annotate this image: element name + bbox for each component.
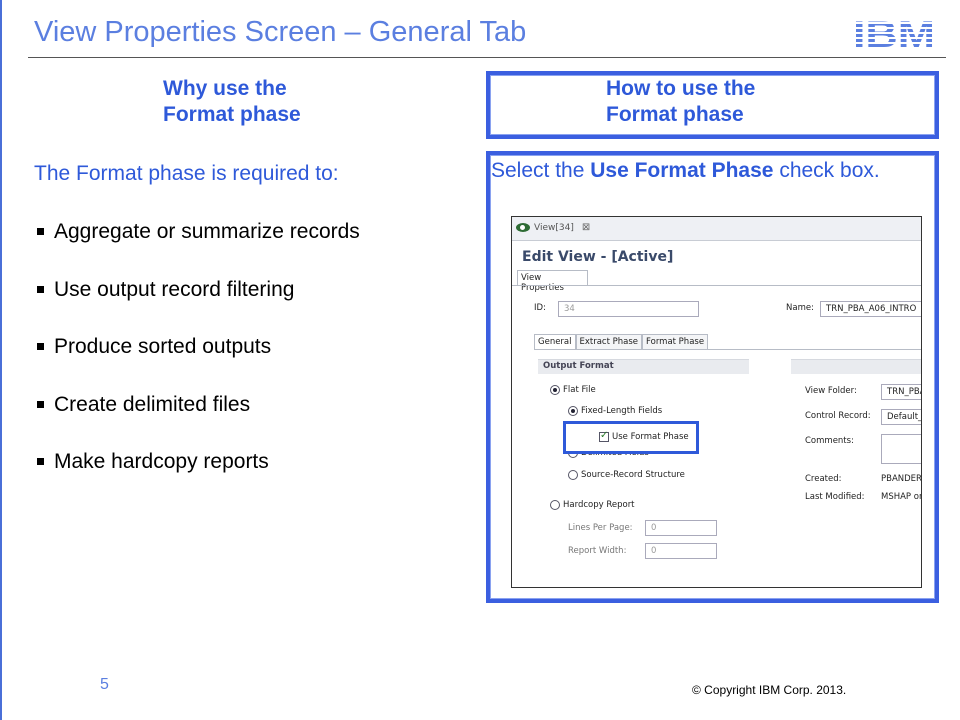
details-section-header [791,359,921,374]
copyright-notice: © Copyright IBM Corp. 2013. [692,683,847,697]
bullet-square-icon [37,458,44,465]
list-item: Use output record filtering [34,278,360,336]
view-folder-label: View Folder: [805,386,857,396]
slide-title: View Properties Screen – General Tab [34,16,527,48]
ibm-logo: IBM [852,16,936,52]
reasons-list: Aggregate or summarize records Use outpu… [34,220,360,508]
list-item-text: Create delimited files [54,392,251,416]
report-width-field[interactable]: 0 [645,543,717,559]
view-eye-icon [516,223,530,232]
source-record-radio[interactable]: Source-Record Structure [568,470,685,480]
tab-general[interactable]: General [534,334,576,350]
name-field[interactable]: TRN_PBA_A06_INTRO [820,301,921,317]
intro-text: The Format phase is required to: [34,162,339,185]
tab-divider [512,285,921,286]
list-item: Aggregate or summarize records [34,220,360,278]
list-item: Create delimited files [34,393,360,451]
list-item-text: Aggregate or summarize records [54,220,360,243]
editor-tab-label: View[34] [534,222,574,233]
output-format-section-title: Output Format [538,359,749,374]
radio-selected-icon [550,385,560,395]
id-label: ID: [534,303,546,313]
comments-label: Comments: [805,436,854,446]
title-divider [28,57,946,58]
comments-field[interactable] [881,434,921,464]
fixed-length-label: Fixed-Length Fields [581,406,663,416]
checkbox-checked-icon [599,430,609,442]
tab-view-properties[interactable]: View Properties [517,270,588,293]
use-format-phase-highlight: Use Format Phase [563,421,699,454]
instruction-pre: Select the [491,159,591,182]
lines-per-page-label: Lines Per Page: [568,523,633,533]
id-field[interactable]: 34 [558,301,699,317]
source-record-label: Source-Record Structure [581,470,685,480]
last-modified-value: MSHAP on [881,492,922,502]
list-item: Make hardcopy reports [34,450,360,508]
control-record-label: Control Record: [805,411,871,421]
flat-file-radio[interactable]: Flat File [550,385,596,395]
report-width-label: Report Width: [568,546,627,556]
fixed-length-radio[interactable]: Fixed-Length Fields [568,406,662,416]
use-format-phase-checkbox[interactable]: Use Format Phase [599,430,689,442]
radio-unselected-icon [550,500,560,510]
how-heading-line2: Format phase [606,103,744,126]
hardcopy-report-radio[interactable]: Hardcopy Report [550,500,635,510]
lines-per-page-field[interactable]: 0 [645,520,717,536]
editor-tab-view[interactable]: View[34] ⊠ [516,222,590,233]
bullet-square-icon [37,285,44,293]
property-subtabs: General Extract Phase Format Phase [534,334,709,350]
created-value: PBANDER [881,474,922,484]
list-item-text: Produce sorted outputs [54,335,272,358]
instruction-text: Select the Use Format Phase check box. [491,159,880,183]
page-number: 5 [100,676,109,693]
how-heading: How to use the Format phase [606,76,755,128]
created-label: Created: [805,474,842,484]
why-heading-line2: Format phase [163,103,301,126]
editor-title: Edit View - [Active] [522,249,674,265]
list-item-text: Make hardcopy reports [54,450,269,473]
bullet-square-icon [37,400,44,408]
why-heading: Why use the Format phase [163,76,301,128]
list-item: Produce sorted outputs [34,335,360,393]
why-heading-line1: Why use the [163,77,287,100]
use-format-phase-label: Use Format Phase [612,432,689,442]
radio-unselected-icon [568,470,578,480]
flat-file-label: Flat File [563,385,596,395]
view-folder-field[interactable]: TRN_PBA [881,384,921,400]
bullet-square-icon [37,228,44,235]
tab-extract-phase[interactable]: Extract Phase [575,334,643,350]
slide-left-border [0,0,2,720]
tab-format-phase[interactable]: Format Phase [642,334,709,350]
view-properties-screenshot: View[34] ⊠ Edit View - [Active] View Pro… [511,216,922,588]
radio-selected-icon [568,406,578,416]
how-heading-line1: How to use the [606,77,756,100]
instruction-post: check box. [773,159,880,182]
subtab-divider [534,349,921,350]
last-modified-label: Last Modified: [805,492,865,502]
hardcopy-report-label: Hardcopy Report [563,500,635,510]
control-record-field[interactable]: Default_ [881,409,921,425]
list-item-text: Use output record filtering [54,277,295,301]
name-label: Name: [786,303,814,313]
bullet-square-icon [37,343,44,350]
instruction-bold: Use Format Phase [590,159,774,182]
close-icon[interactable]: ⊠ [582,222,590,233]
